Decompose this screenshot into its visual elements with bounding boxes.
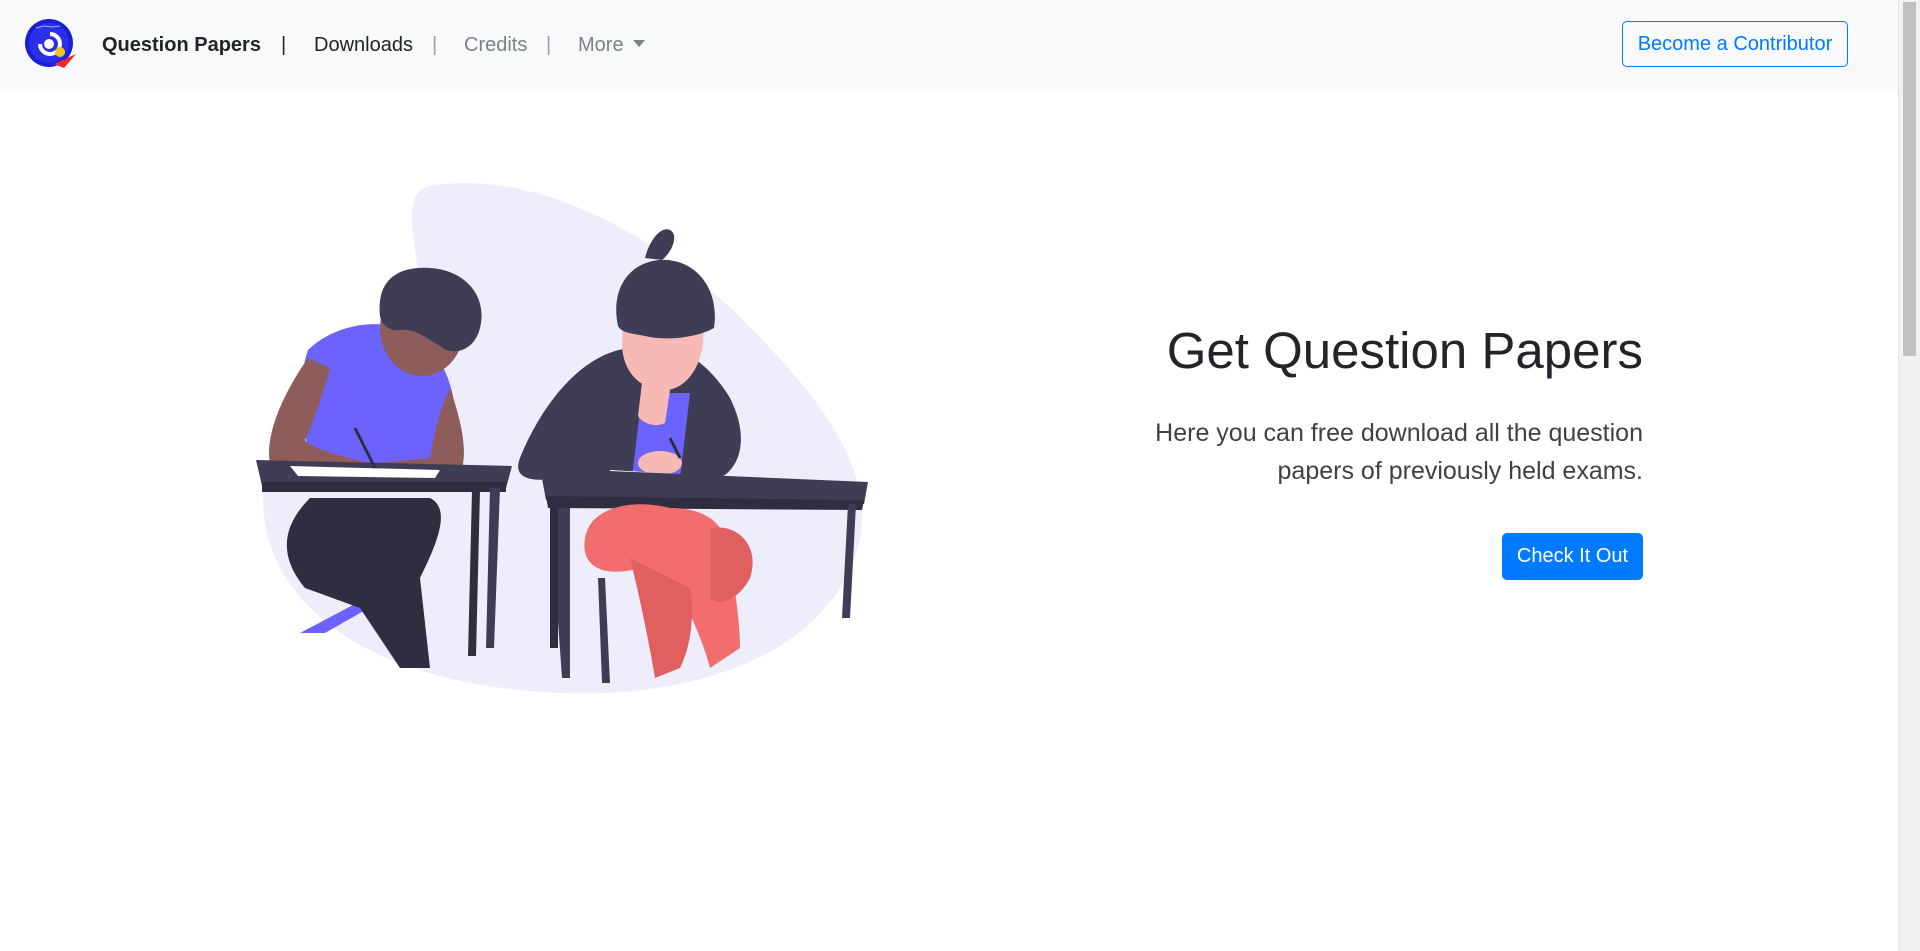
hero-text-block: Get Question Papers Here you can free do… [1100, 316, 1643, 490]
vertical-scrollbar[interactable] [1898, 0, 1920, 951]
students-writing-exam-illustration [256, 183, 868, 694]
nav-link-credits[interactable]: Credits [464, 31, 527, 59]
check-it-out-button[interactable]: Check It Out [1502, 533, 1643, 580]
brand-name[interactable]: Question Papers [102, 31, 261, 59]
nav-separator: | [432, 34, 438, 56]
page: Question Papers | Downloads | Credits | … [0, 0, 1898, 951]
nav-more-label: More [578, 34, 624, 56]
left-desk-edge [262, 482, 506, 492]
hero-title: Get Question Papers [1166, 322, 1643, 379]
right-student-neck [638, 383, 670, 426]
navbar: Question Papers | Downloads | Credits | … [0, 0, 1898, 91]
nav-link-downloads[interactable]: Downloads [314, 31, 413, 59]
right-student-hair-bun [645, 229, 675, 260]
caret-down-icon [632, 40, 645, 47]
right-student-hands [638, 451, 682, 475]
become-contributor-button[interactable]: Become a Contributor [1622, 21, 1848, 67]
right-desk-leg-back [550, 504, 558, 648]
hero-description: Here you can free download all the quest… [1155, 419, 1643, 485]
nav-separator: | [281, 34, 287, 56]
nav-dropdown-more[interactable]: More [578, 31, 645, 59]
scrollbar-thumb[interactable] [1903, 2, 1916, 356]
site-logo-icon[interactable] [24, 18, 78, 72]
nav-separator: | [546, 34, 552, 56]
